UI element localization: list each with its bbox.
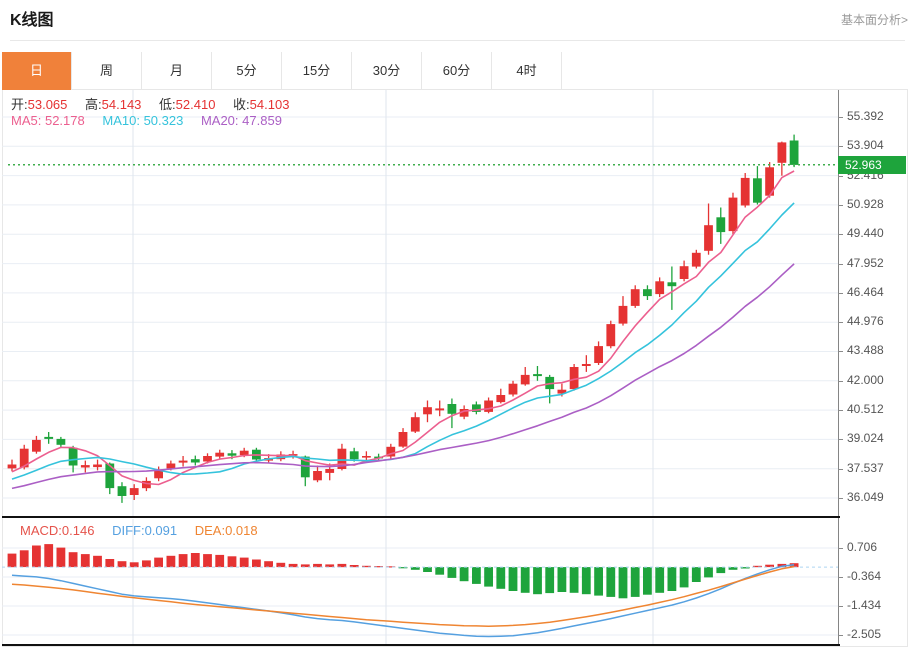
tab-5min[interactable]: 5分 [212,52,282,90]
ma20-label: MA20: [200,113,239,128]
kline-page: K线图 基本面分析> 日周月 5分 15分 30分 60分 4时 开:53.065 高:5… [0,0,912,649]
axis-tick [838,234,843,235]
ohlc-legend: 开:53.065 高:54.143 低:52.410 收:54.103 [11,94,303,113]
axis-tick-label: 47.952 [847,256,884,270]
axis-tick-label: 0.706 [847,540,878,554]
dea-value: 0.018 [225,523,258,538]
header-divider [10,40,905,41]
main-kline-chart[interactable] [2,90,838,517]
axis-tick-label: 42.000 [847,373,884,387]
tab-60min[interactable]: 60分 [422,52,492,90]
interval-tab-bar: 日周月 5分 15分 30分 60分 4时 [2,52,908,90]
close-label: 收: [233,97,250,112]
axis-tick-label: 36.049 [847,490,884,504]
axis-tick [838,146,843,147]
low-value: 52.410 [175,97,216,112]
axis-tick [838,548,843,549]
axis-tick [838,410,843,411]
low-label: 低: [159,97,176,112]
dea-label: DEA: [194,523,226,538]
axis-tick-label: 46.464 [847,285,884,299]
tab-4hour[interactable]: 4时 [492,52,562,90]
ma-legend: MA5: 52.178 MA10: 50.323 MA20: 47.859 [11,113,296,128]
axis-tick [838,635,843,636]
bottom-axis-line [2,644,840,646]
macd-value: 0.146 [61,523,95,538]
axis-tick-label: -2.505 [847,627,882,641]
high-label: 高: [85,97,102,112]
axis-tick-label: 40.512 [847,402,884,416]
axis-tick-label: -0.364 [847,569,882,583]
axis-tick-label: 55.392 [847,109,884,123]
axis-tick [838,577,843,578]
axis-tick-label: 39.024 [847,431,884,445]
axis-tick-label: -1.434 [847,598,882,612]
axis-tick [838,293,843,294]
ma20-value: 47.859 [242,113,282,128]
axis-tick [838,498,843,499]
close-value: 54.103 [249,97,290,112]
diff-value: 0.091 [144,523,178,538]
tab-month[interactable]: 月 [142,52,212,90]
axis-tick-label: 37.537 [847,461,884,475]
axis-tick-label: 53.904 [847,138,884,152]
page-title: K线图 [10,12,54,29]
axis-tick-label: 44.976 [847,314,884,328]
axis-tick [838,381,843,382]
open-label: 开: [11,97,28,112]
axis-tick-label: 49.440 [847,226,884,240]
axis-tick-label: 43.488 [847,343,884,357]
axis-tick [838,205,843,206]
axis-tick [838,176,843,177]
tab-week[interactable]: 周 [72,52,142,90]
axis-tick [838,322,843,323]
axis-tick [838,264,843,265]
tab-15min[interactable]: 15分 [282,52,352,90]
axis-tick [838,606,843,607]
ma5-label: MA5: [11,113,42,128]
ma10-value: 50.323 [143,113,184,128]
tab-30min[interactable]: 30分 [352,52,422,90]
diff-label: DIFF: [112,523,145,538]
pane-separator [2,516,840,518]
ma10-label: MA10: [102,113,140,128]
axis-tick [838,469,843,470]
current-price-tag: 52.963 [838,156,906,174]
ma5-value: 52.178 [44,113,85,128]
macd-label: MACD: [20,523,62,538]
fundamental-analysis-link[interactable]: 基本面分析> [841,11,908,28]
axis-tick [838,439,843,440]
tab-day[interactable]: 日 [2,52,72,90]
axis-tick [838,351,843,352]
open-value: 53.065 [27,97,68,112]
axis-tick [838,117,843,118]
axis-tick-label: 50.928 [847,197,884,211]
macd-legend: MACD:0.146 DIFF:0.091 DEA:0.018 [20,523,272,538]
high-value: 54.143 [101,97,142,112]
